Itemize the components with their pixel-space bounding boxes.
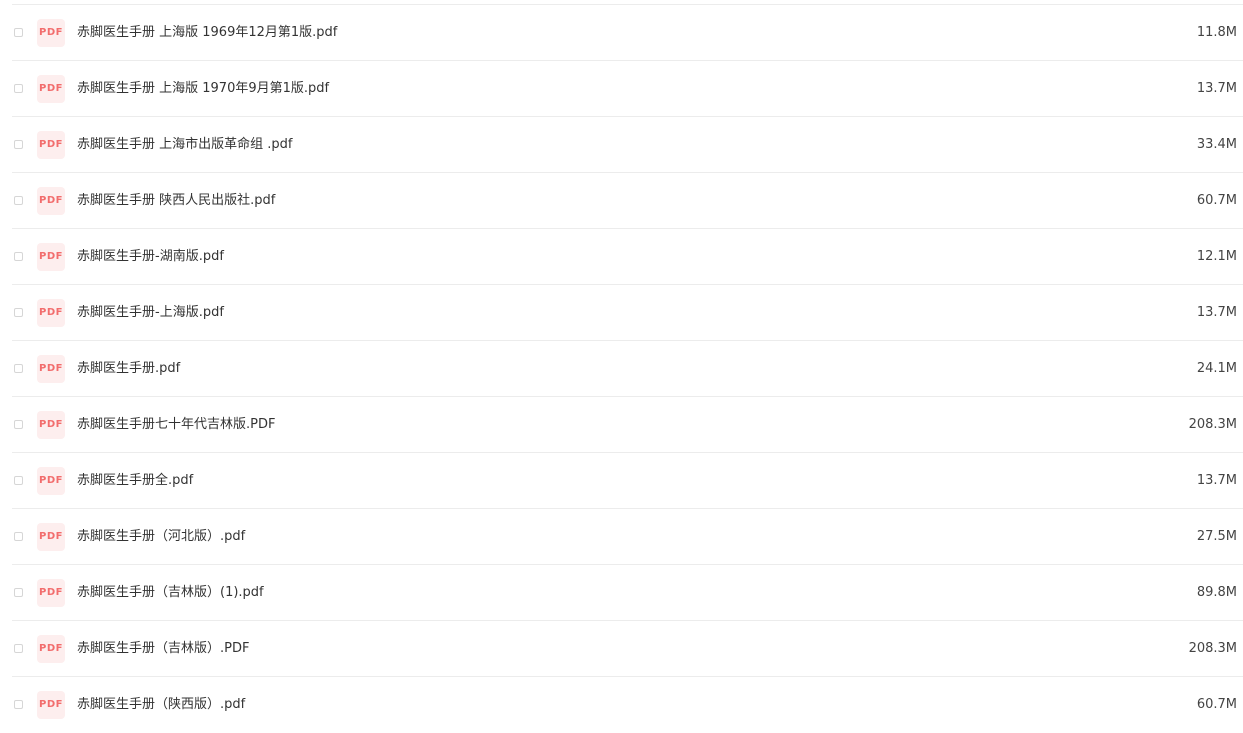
file-name[interactable]: 赤脚医生手册-上海版.pdf bbox=[77, 285, 224, 341]
file-row[interactable]: PDF 赤脚医生手册 上海市出版革命组 .pdf 33.4M bbox=[12, 116, 1243, 172]
row-checkbox[interactable] bbox=[14, 476, 23, 485]
file-size: 13.7M bbox=[1196, 305, 1237, 320]
row-checkbox[interactable] bbox=[14, 28, 23, 37]
row-checkbox[interactable] bbox=[14, 532, 23, 541]
file-row[interactable]: PDF 赤脚医生手册 陕西人民出版社.pdf 60.7M bbox=[12, 172, 1243, 228]
file-size: 27.5M bbox=[1196, 529, 1237, 544]
file-size: 60.7M bbox=[1196, 193, 1237, 208]
row-checkbox[interactable] bbox=[14, 252, 23, 261]
file-size: 33.4M bbox=[1196, 137, 1237, 152]
pdf-file-icon: PDF bbox=[37, 131, 65, 159]
file-row[interactable]: PDF 赤脚医生手册（河北版）.pdf 27.5M bbox=[12, 508, 1243, 564]
file-name[interactable]: 赤脚医生手册 上海市出版革命组 .pdf bbox=[77, 117, 292, 173]
row-checkbox[interactable] bbox=[14, 700, 23, 709]
row-checkbox[interactable] bbox=[14, 308, 23, 317]
pdf-file-icon: PDF bbox=[37, 75, 65, 103]
pdf-file-icon: PDF bbox=[37, 19, 65, 47]
file-size: 11.8M bbox=[1196, 25, 1237, 40]
file-size: 89.8M bbox=[1196, 585, 1237, 600]
pdf-file-icon: PDF bbox=[37, 467, 65, 495]
file-size: 208.3M bbox=[1188, 641, 1237, 656]
row-checkbox[interactable] bbox=[14, 588, 23, 597]
row-checkbox[interactable] bbox=[14, 140, 23, 149]
file-size: 208.3M bbox=[1188, 417, 1237, 432]
file-name[interactable]: 赤脚医生手册（陕西版）.pdf bbox=[77, 677, 245, 733]
file-name[interactable]: 赤脚医生手册（河北版）.pdf bbox=[77, 509, 245, 565]
file-row[interactable]: PDF 赤脚医生手册-上海版.pdf 13.7M bbox=[12, 284, 1243, 340]
file-size: 12.1M bbox=[1196, 249, 1237, 264]
pdf-file-icon: PDF bbox=[37, 355, 65, 383]
file-list: PDF 赤脚医生手册 上海版 1969年12月第1版.pdf 11.8M PDF… bbox=[0, 4, 1243, 732]
file-row[interactable]: PDF 赤脚医生手册（陕西版）.pdf 60.7M bbox=[12, 676, 1243, 732]
file-name[interactable]: 赤脚医生手册 上海版 1969年12月第1版.pdf bbox=[77, 5, 337, 61]
file-name[interactable]: 赤脚医生手册-湖南版.pdf bbox=[77, 229, 224, 285]
file-row[interactable]: PDF 赤脚医生手册 上海版 1969年12月第1版.pdf 11.8M bbox=[12, 4, 1243, 60]
file-name[interactable]: 赤脚医生手册 上海版 1970年9月第1版.pdf bbox=[77, 61, 329, 117]
file-size: 24.1M bbox=[1196, 361, 1237, 376]
file-row[interactable]: PDF 赤脚医生手册全.pdf 13.7M bbox=[12, 452, 1243, 508]
pdf-file-icon: PDF bbox=[37, 243, 65, 271]
pdf-file-icon: PDF bbox=[37, 579, 65, 607]
pdf-file-icon: PDF bbox=[37, 187, 65, 215]
file-name[interactable]: 赤脚医生手册.pdf bbox=[77, 341, 180, 397]
file-name[interactable]: 赤脚医生手册（吉林版）(1).pdf bbox=[77, 565, 264, 621]
pdf-file-icon: PDF bbox=[37, 411, 65, 439]
row-checkbox[interactable] bbox=[14, 644, 23, 653]
file-row[interactable]: PDF 赤脚医生手册-湖南版.pdf 12.1M bbox=[12, 228, 1243, 284]
file-row[interactable]: PDF 赤脚医生手册 上海版 1970年9月第1版.pdf 13.7M bbox=[12, 60, 1243, 116]
file-name[interactable]: 赤脚医生手册 陕西人民出版社.pdf bbox=[77, 173, 275, 229]
row-checkbox[interactable] bbox=[14, 420, 23, 429]
file-row[interactable]: PDF 赤脚医生手册.pdf 24.1M bbox=[12, 340, 1243, 396]
pdf-file-icon: PDF bbox=[37, 299, 65, 327]
file-row[interactable]: PDF 赤脚医生手册（吉林版）.PDF 208.3M bbox=[12, 620, 1243, 676]
row-checkbox[interactable] bbox=[14, 364, 23, 373]
file-name[interactable]: 赤脚医生手册七十年代吉林版.PDF bbox=[77, 397, 275, 453]
file-size: 13.7M bbox=[1196, 81, 1237, 96]
pdf-file-icon: PDF bbox=[37, 523, 65, 551]
pdf-file-icon: PDF bbox=[37, 635, 65, 663]
file-row[interactable]: PDF 赤脚医生手册七十年代吉林版.PDF 208.3M bbox=[12, 396, 1243, 452]
file-size: 13.7M bbox=[1196, 473, 1237, 488]
file-row[interactable]: PDF 赤脚医生手册（吉林版）(1).pdf 89.8M bbox=[12, 564, 1243, 620]
file-size: 60.7M bbox=[1196, 697, 1237, 712]
row-checkbox[interactable] bbox=[14, 84, 23, 93]
file-name[interactable]: 赤脚医生手册（吉林版）.PDF bbox=[77, 621, 249, 677]
file-name[interactable]: 赤脚医生手册全.pdf bbox=[77, 453, 193, 509]
row-checkbox[interactable] bbox=[14, 196, 23, 205]
